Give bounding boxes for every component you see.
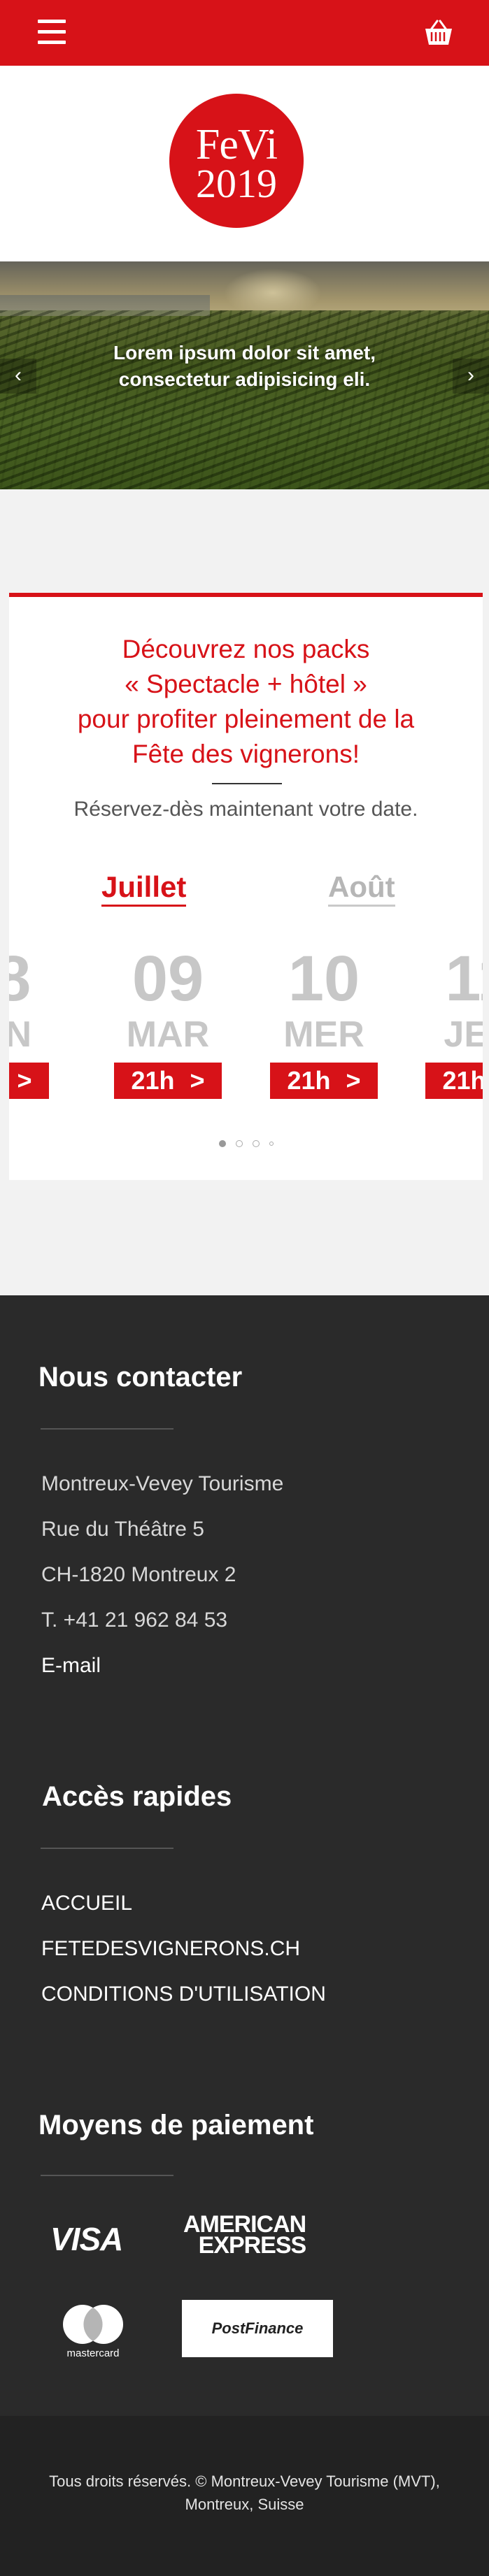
mastercard-label: mastercard [66, 2347, 119, 2359]
contact-line: Montreux-Vevey Tourisme [41, 1472, 284, 1495]
hero-text: Lorem ipsum dolor sit amet, consectetur … [113, 342, 376, 390]
pager-dot[interactable] [253, 1140, 260, 1147]
packs-title-line3: pour profiter pleinement de la [77, 705, 415, 733]
top-bar [0, 0, 489, 66]
tab-aout[interactable]: Août [328, 870, 395, 907]
packs-card: Découvrez nos packs « Spectacle + hôtel … [9, 593, 483, 1180]
date-item: 08 JUN 21h> [9, 947, 58, 1099]
contact-line: CH-1820 Montreux 2 [41, 1563, 236, 1586]
book-button[interactable]: 21h> [425, 1063, 483, 1099]
date-day: JEU [444, 1014, 483, 1055]
date-day: JUN [9, 1015, 58, 1054]
chevron-right-icon: > [346, 1066, 361, 1095]
link-conditions[interactable]: CONDITIONS D'UTILISATION [41, 1980, 326, 2008]
chevron-right-icon[interactable]: › [453, 359, 489, 394]
page: FeVi 2019 Lorem ipsum dolor sit amet, co… [0, 0, 489, 2576]
contact-heading: Nous contacter [38, 1362, 243, 1393]
copyright-text: Tous droits réservés. © Montreux-Vevey T… [28, 2470, 461, 2516]
date-number: 08 [9, 947, 58, 1011]
postfinance-logo: PostFinance [182, 2300, 333, 2357]
mastercard-logo: mastercard [63, 2305, 123, 2359]
packs-divider [212, 783, 282, 784]
link-fetedesvignerons[interactable]: FETEDESVIGNERONS.CH [41, 1935, 300, 1963]
payment-divider [41, 2175, 173, 2176]
date-day: MAR [126, 1014, 210, 1055]
book-button-label: 21h [131, 1066, 175, 1095]
book-button[interactable]: 21h > [270, 1063, 378, 1099]
quick-links-heading: Accès rapides [42, 1781, 232, 1812]
packs-title: Découvrez nos packs « Spectacle + hôtel … [9, 632, 483, 772]
date-item: 09 MAR 21h > [105, 943, 231, 1099]
pager-dot[interactable] [219, 1140, 226, 1147]
packs-subtitle: Réservez-dès maintenant votre date. [73, 798, 418, 821]
logo-line1: FeVi [195, 121, 278, 168]
payment-heading: Moyens de paiement [38, 2110, 314, 2140]
contact-line: Rue du Théâtre 5 [41, 1518, 204, 1541]
copyright-line2: Montreux, Suisse [185, 2496, 304, 2513]
copyright-line1: Tous droits réservés. © Montreux-Vevey T… [49, 2473, 440, 2490]
visa-logo: VISA [50, 2221, 123, 2257]
book-button[interactable]: 21h> [9, 1063, 49, 1099]
hamburger-menu-icon[interactable] [38, 20, 66, 45]
book-button[interactable]: 21h > [114, 1063, 222, 1099]
chevron-left-icon[interactable]: ‹ [0, 359, 36, 394]
fevi-logo[interactable]: FeVi 2019 [169, 94, 304, 228]
chevron-right-icon: > [190, 1066, 205, 1095]
date-item: 11 JEU 21h> [416, 943, 483, 1099]
slider-pager [219, 1139, 289, 1149]
contact-divider [41, 1428, 173, 1430]
pager-dot[interactable] [269, 1142, 274, 1146]
amex-logo: AMERICAN EXPRESS [183, 2211, 306, 2259]
date-item: 10 MER 21h > [261, 943, 387, 1099]
email-link[interactable]: E-mail [41, 1652, 101, 1680]
pager-dot[interactable] [236, 1140, 243, 1147]
logo-line2: 2019 [196, 161, 277, 206]
hero-slider: Lorem ipsum dolor sit amet, consectetur … [0, 261, 489, 489]
copyright-bar: Tous droits réservés. © Montreux-Vevey T… [0, 2416, 489, 2576]
logo-area: FeVi 2019 [0, 66, 489, 261]
chevron-right-icon: > [17, 1066, 32, 1095]
date-number: 11 [445, 943, 483, 1014]
date-number: 10 [288, 943, 360, 1014]
packs-title-line1: Découvrez nos packs [122, 635, 370, 663]
packs-title-line2: « Spectacle + hôtel » [125, 670, 367, 698]
date-day: MER [283, 1014, 364, 1055]
book-button-label: 21h [442, 1066, 483, 1095]
shopping-basket-icon[interactable] [423, 17, 455, 49]
tab-juillet[interactable]: Juillet [101, 870, 187, 907]
date-number: 09 [132, 943, 204, 1014]
quick-links-divider [41, 1848, 173, 1849]
contact-phone: T. +41 21 962 84 53 [41, 1609, 228, 1632]
link-accueil[interactable]: ACCUEIL [41, 1890, 132, 1917]
footer: Nous contacter Montreux-Vevey Tourisme R… [0, 1295, 489, 2416]
book-button-label: 21h [287, 1066, 331, 1095]
packs-title-line4: Fête des vignerons! [132, 740, 360, 768]
